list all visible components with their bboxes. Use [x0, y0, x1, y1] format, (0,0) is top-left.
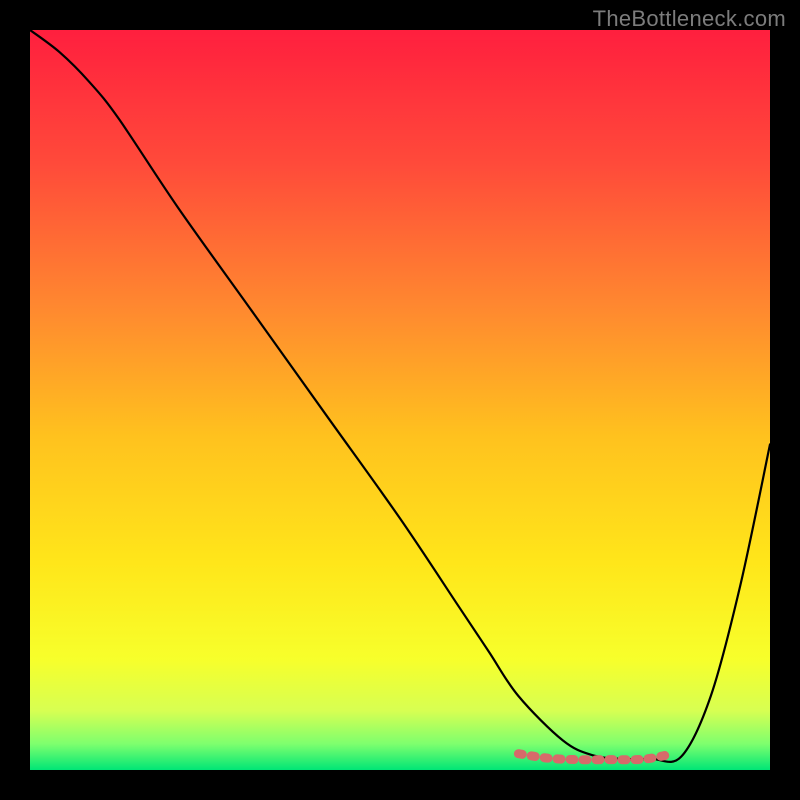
gradient-background [30, 30, 770, 770]
chart-svg [30, 30, 770, 770]
plot-area [30, 30, 770, 770]
watermark-text: TheBottleneck.com [593, 6, 786, 32]
chart-frame: TheBottleneck.com [0, 0, 800, 800]
